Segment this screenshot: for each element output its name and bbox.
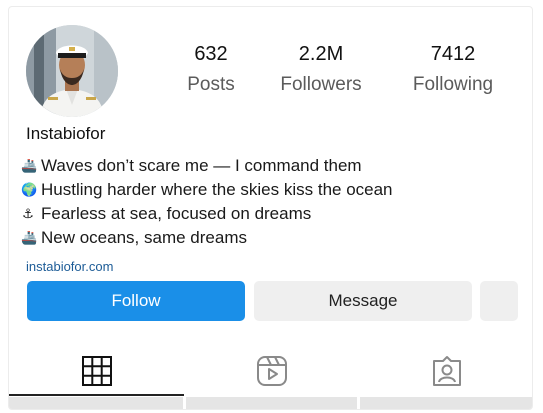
suggested-accounts-button[interactable] (480, 281, 518, 321)
posts-count: 632 (194, 43, 228, 65)
bio-text: Fearless at sea, focused on dreams (41, 204, 312, 223)
bio-line: 🌍 Hustling harder where the skies kiss t… (21, 178, 393, 202)
reels-icon (256, 356, 287, 386)
bio-line: ⚓ Fearless at sea, focused on dreams (21, 202, 393, 226)
tab-reels[interactable] (184, 351, 359, 403)
anchor-icon: ⚓ (22, 206, 34, 221)
active-tab-indicator (9, 394, 184, 396)
tab-tagged[interactable] (359, 351, 532, 403)
following-count: 7412 (430, 43, 476, 65)
profile-photo-icon (26, 25, 118, 117)
avatar[interactable] (26, 25, 118, 117)
message-button[interactable]: Message (254, 281, 472, 321)
followers-label: Followers (280, 74, 362, 95)
bio-text: Waves don’t scare me — I command them (41, 156, 362, 175)
grid-icon (81, 356, 112, 386)
bio-text: New oceans, same dreams (41, 228, 247, 247)
post-thumbnail-placeholder[interactable] (186, 397, 357, 409)
bio-line: 🚢 Waves don’t scare me — I command them (21, 154, 393, 178)
follow-button[interactable]: Follow (27, 281, 245, 321)
following-label: Following (412, 74, 494, 95)
post-thumbnail-placeholder[interactable] (360, 397, 532, 409)
ship-icon: 🚢 (21, 230, 38, 245)
bio-line: 🚢 New oceans, same dreams (21, 226, 393, 250)
ship-icon: 🚢 (21, 158, 38, 173)
website-link[interactable]: instabiofor.com (26, 259, 113, 275)
following-stat[interactable]: 7412 Following (407, 41, 499, 98)
followers-stat[interactable]: 2.2M Followers (271, 41, 371, 98)
posts-stat[interactable]: 632 Posts (179, 41, 243, 98)
post-thumbnail-placeholder[interactable] (9, 397, 183, 409)
followers-count: 2.2M (298, 43, 344, 65)
bio-text: Hustling harder where the skies kiss the… (41, 180, 393, 199)
globe-icon: 🌍 (21, 182, 38, 197)
bio: 🚢 Waves don’t scare me — I command them … (21, 154, 393, 250)
tagged-user-icon (432, 356, 461, 386)
profile-card: 632 Posts 2.2M Followers 7412 Following … (8, 6, 533, 410)
posts-label: Posts (187, 74, 235, 95)
username: Instabiofor (26, 124, 106, 143)
